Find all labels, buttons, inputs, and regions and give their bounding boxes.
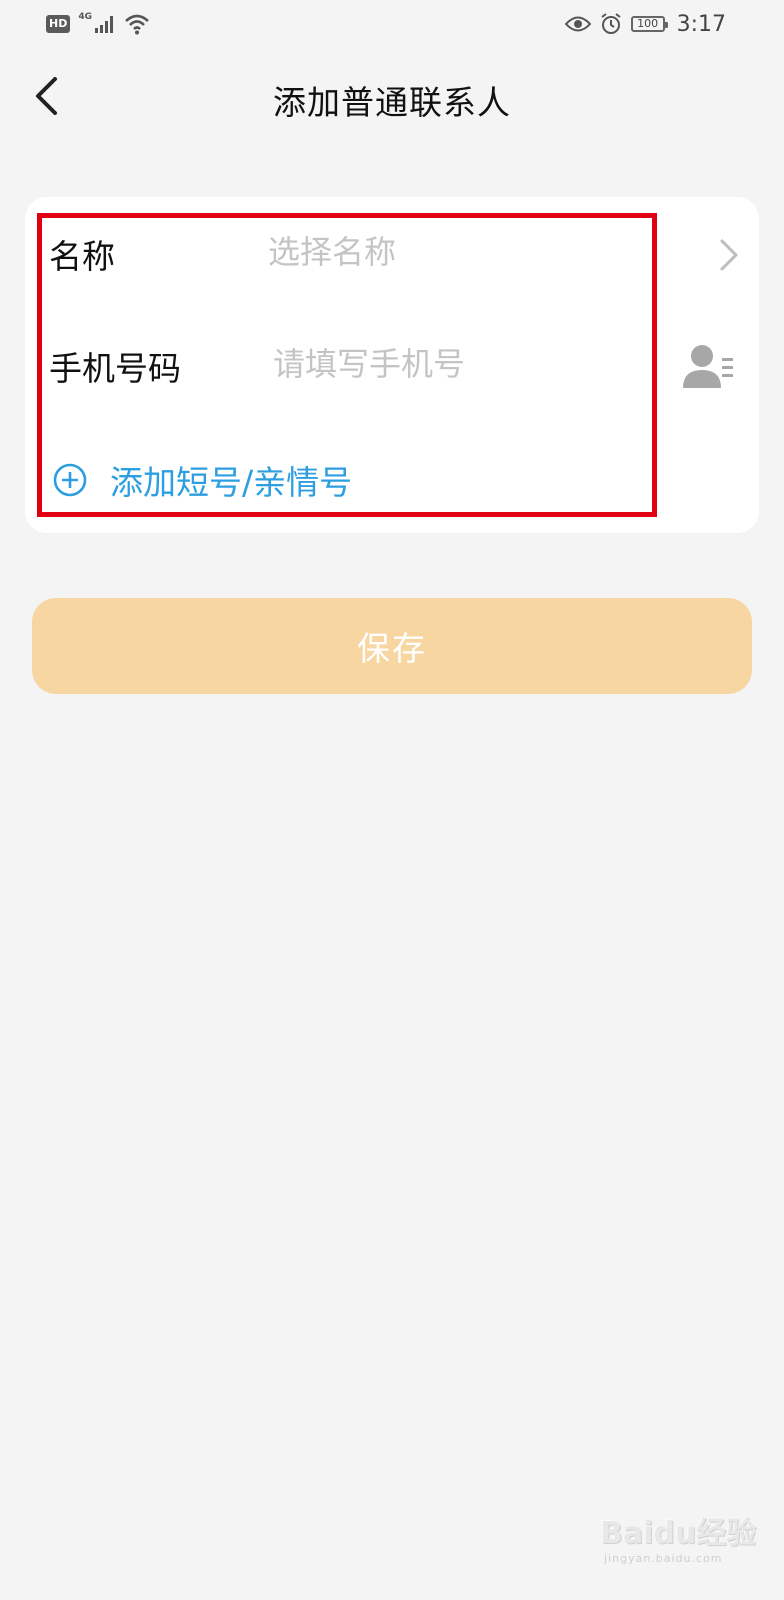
phone-input[interactable] — [273, 344, 663, 384]
watermark-brand: Baidu经验 — [600, 1516, 757, 1551]
add-short-number-label: 添加短号/亲情号 — [110, 463, 353, 502]
name-input[interactable] — [268, 232, 688, 272]
plus-circle-icon — [53, 463, 87, 497]
status-time: 3:17 — [676, 11, 726, 37]
add-short-number-button[interactable]: 添加短号/亲情号 — [52, 455, 352, 505]
watermark-url: jingyan.baidu.com — [604, 1552, 723, 1565]
hd-badge: HD — [46, 15, 71, 33]
phone-label: 手机号码 — [49, 349, 181, 388]
battery-icon: 100 — [630, 16, 668, 32]
status-left: HD 4G — [46, 12, 150, 36]
status-right: 100 3:17 — [564, 10, 726, 38]
name-label: 名称 — [49, 237, 115, 276]
alarm-icon — [600, 13, 621, 34]
contact-picker-icon[interactable] — [682, 343, 736, 391]
header-bar: 添加普通联系人 — [0, 60, 784, 136]
eye-icon — [564, 16, 591, 32]
save-button[interactable]: 保存 — [32, 598, 752, 694]
battery-level: 100 — [637, 17, 659, 30]
network-type: 4G — [78, 12, 92, 22]
signal-icon — [95, 16, 113, 33]
page-title: 添加普通联系人 — [273, 83, 511, 122]
watermark: Baidu经验 jingyan.baidu.com — [600, 1516, 770, 1586]
wifi-icon — [125, 14, 149, 35]
status-bar: HD 4G 100 3:17 — [0, 0, 784, 48]
chevron-right-icon[interactable] — [716, 235, 742, 275]
